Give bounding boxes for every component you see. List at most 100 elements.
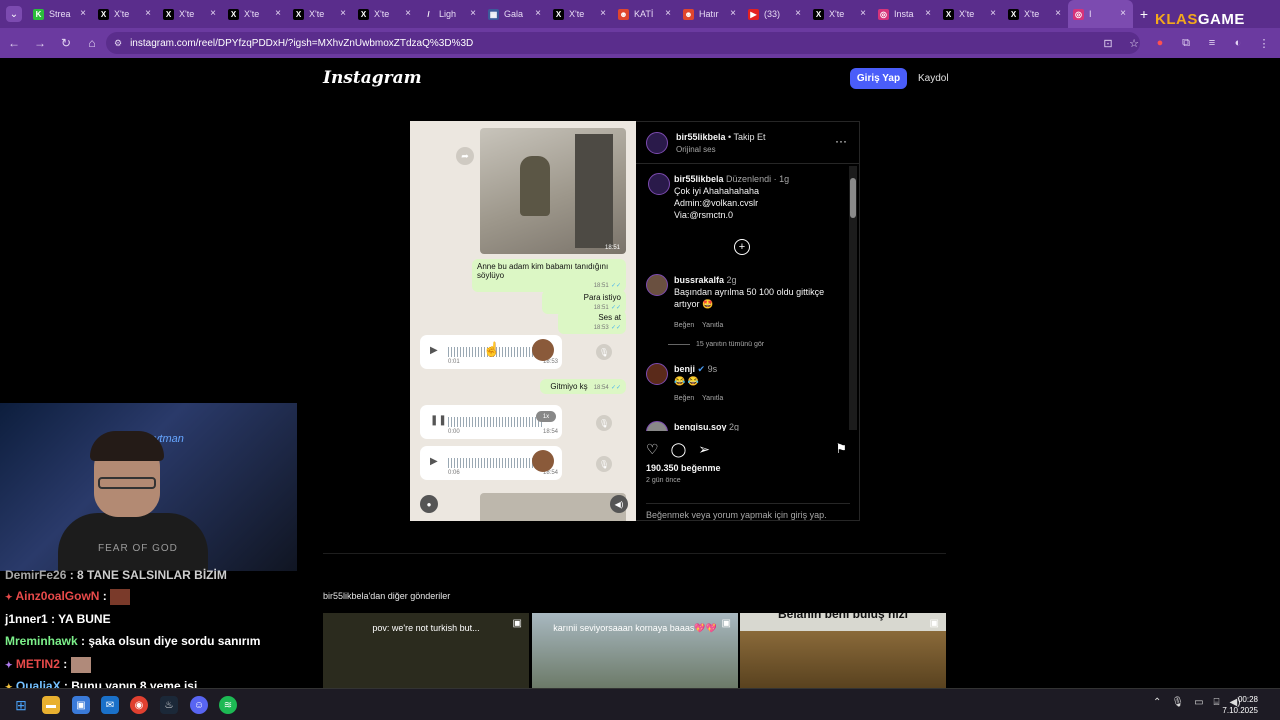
close-tab-icon[interactable]: × [405,8,411,19]
close-tab-icon[interactable]: × [1055,8,1061,19]
chrome-icon[interactable]: ◉ [130,696,148,714]
forward-icon[interactable]: → [28,31,52,55]
browser-tab[interactable]: / Ligh × [418,0,483,28]
tab-search-button[interactable]: ⌄ [0,0,28,28]
browser-tab[interactable]: ☻ KATİ × [613,0,678,28]
close-tab-icon[interactable]: × [665,8,671,19]
close-tab-icon[interactable]: × [730,8,736,19]
bookmark-icon[interactable]: ⚑ [835,441,847,457]
commenter-name[interactable]: bussrakalfa [674,275,724,285]
chat-msg: 8 TANE SALSINLAR BİZİM [77,568,227,582]
reload-icon[interactable]: ↻ [54,31,78,55]
network-icon[interactable]: ⌸ [1214,697,1220,708]
browser-tab[interactable]: X X'te × [938,0,1003,28]
signup-link[interactable]: Kaydol [918,73,949,84]
scroll-thumb[interactable] [850,178,856,218]
browser-tab[interactable]: K Strea × [28,0,93,28]
follow-link[interactable]: • Takip Et [728,132,766,142]
browser-tab[interactable]: X X'te × [93,0,158,28]
view-replies-link[interactable]: 15 yanıtın tümünü gör [696,341,764,348]
audio-label[interactable]: Orijinal ses [676,145,716,154]
login-prompt[interactable]: Beğenmek veya yorum yapmak için giriş ya… [646,503,850,520]
store-icon[interactable]: ▣ [72,696,90,714]
install-app-icon[interactable]: ⊡ [1098,33,1118,53]
profile-avatar-icon[interactable]: ◐ [1228,33,1248,53]
close-tab-icon[interactable]: × [275,8,281,19]
close-tab-icon[interactable]: × [1120,8,1126,19]
spotify-icon[interactable]: ≋ [219,696,237,714]
browser-tab[interactable]: ☻ Hatır × [678,0,743,28]
reply-link[interactable]: Yanıtla [702,322,723,329]
author-avatar[interactable] [646,132,668,154]
chevron-up-icon[interactable]: ⌃ [1153,697,1161,708]
post-thumb[interactable]: karınii seviyorsaaan kornaya baaas💖💖 ▣ [532,613,738,688]
close-tab-icon[interactable]: × [340,8,346,19]
close-tab-icon[interactable]: × [535,8,541,19]
browser-tab[interactable]: X X'te × [288,0,353,28]
display-icon[interactable]: ▭ [1194,697,1203,708]
comments-scrollbar[interactable] [849,166,857,430]
like-comment-link[interactable]: Beğen [674,322,694,329]
reply-link[interactable]: Yanıtla [702,395,723,402]
star-icon[interactable]: ☆ [1124,33,1144,53]
menu-dots-icon[interactable]: ⋮ [1254,33,1274,53]
commenter-avatar[interactable] [646,363,668,385]
comment-icon[interactable]: ◯ [671,441,687,458]
likes-count[interactable]: 190.350 beğenme [646,463,721,473]
commenter-avatar[interactable] [646,274,668,296]
close-tab-icon[interactable]: × [210,8,216,19]
caption-user[interactable]: bir55likbela [674,174,724,184]
system-clock[interactable]: 00:28 7.10.2025 [1222,694,1258,716]
browser-tab[interactable]: X X'te × [548,0,613,28]
close-tab-icon[interactable]: × [925,8,931,19]
browser-tab[interactable]: X X'te × [158,0,223,28]
close-tab-icon[interactable]: × [470,8,476,19]
new-tab-button[interactable]: + [1133,6,1155,22]
reel-user-icon[interactable]: ● [420,495,438,513]
like-comment-link[interactable]: Beğen [674,395,694,402]
url-field[interactable]: ⚙ instagram.com/reel/DPYfzqPDDxH/?igsh=MX… [106,32,1140,54]
close-tab-icon[interactable]: × [80,8,86,19]
extension-red-icon[interactable]: ● [1150,33,1170,53]
browser-tab[interactable]: X X'te × [808,0,873,28]
media-icon[interactable]: ≡ [1202,33,1222,53]
browser-tab[interactable]: X X'te × [1003,0,1068,28]
commenter-name[interactable]: bengisu.soy [674,422,727,431]
author-name[interactable]: bir55likbela [676,132,726,142]
close-tab-icon[interactable]: × [600,8,606,19]
puzzle-icon[interactable]: ⧉ [1176,33,1196,53]
post-thumb[interactable]: pov: we're not turkish but... ▣ [323,613,529,688]
back-icon[interactable]: ← [2,31,26,55]
commenter-avatar[interactable] [646,421,668,431]
file-explorer-icon[interactable]: ▬ [42,696,60,714]
browser-tab[interactable]: X X'te × [353,0,418,28]
instagram-logo[interactable]: Instagram [323,68,422,88]
browser-tab[interactable]: X X'te × [223,0,288,28]
more-options-icon[interactable]: ··· [835,134,847,148]
steam-icon[interactable]: ♨ [160,696,178,714]
close-tab-icon[interactable]: × [860,8,866,19]
home-icon[interactable]: ⌂ [80,31,104,55]
reel-video[interactable]: ➦ 18:51 Anne bu adam kim babamı tanıdığı… [410,121,636,521]
browser-tab[interactable]: ▦ Gala × [483,0,548,28]
heart-icon[interactable]: ♡ [646,441,659,458]
windows-start-icon[interactable]: ⊞ [12,696,30,714]
load-more-icon[interactable]: + [734,239,750,255]
post-thumb[interactable]: Belanın beni buluş hızı ▣ [740,613,946,688]
commenter-name[interactable]: benji [674,364,695,374]
close-tab-icon[interactable]: × [990,8,996,19]
login-button[interactable]: Giriş Yap [850,68,907,89]
close-tab-icon[interactable]: × [795,8,801,19]
volume-icon[interactable]: ◀) [610,495,628,513]
discord-icon[interactable]: ☺ [190,696,208,714]
browser-tab[interactable]: ▶ (33) × [743,0,808,28]
mic-tray-icon[interactable]: 🎙 [1171,697,1184,708]
browser-tab[interactable]: ◎ Insta × [873,0,938,28]
share-icon[interactable]: ➢ [698,441,710,458]
author-avatar[interactable] [648,173,670,195]
close-tab-icon[interactable]: × [145,8,151,19]
site-info-icon[interactable]: ⚙ [114,38,122,49]
badge-icon: ✦ [5,660,13,671]
browser-tab[interactable]: ◎ I × [1068,0,1133,28]
outlook-icon[interactable]: ✉ [101,696,119,714]
